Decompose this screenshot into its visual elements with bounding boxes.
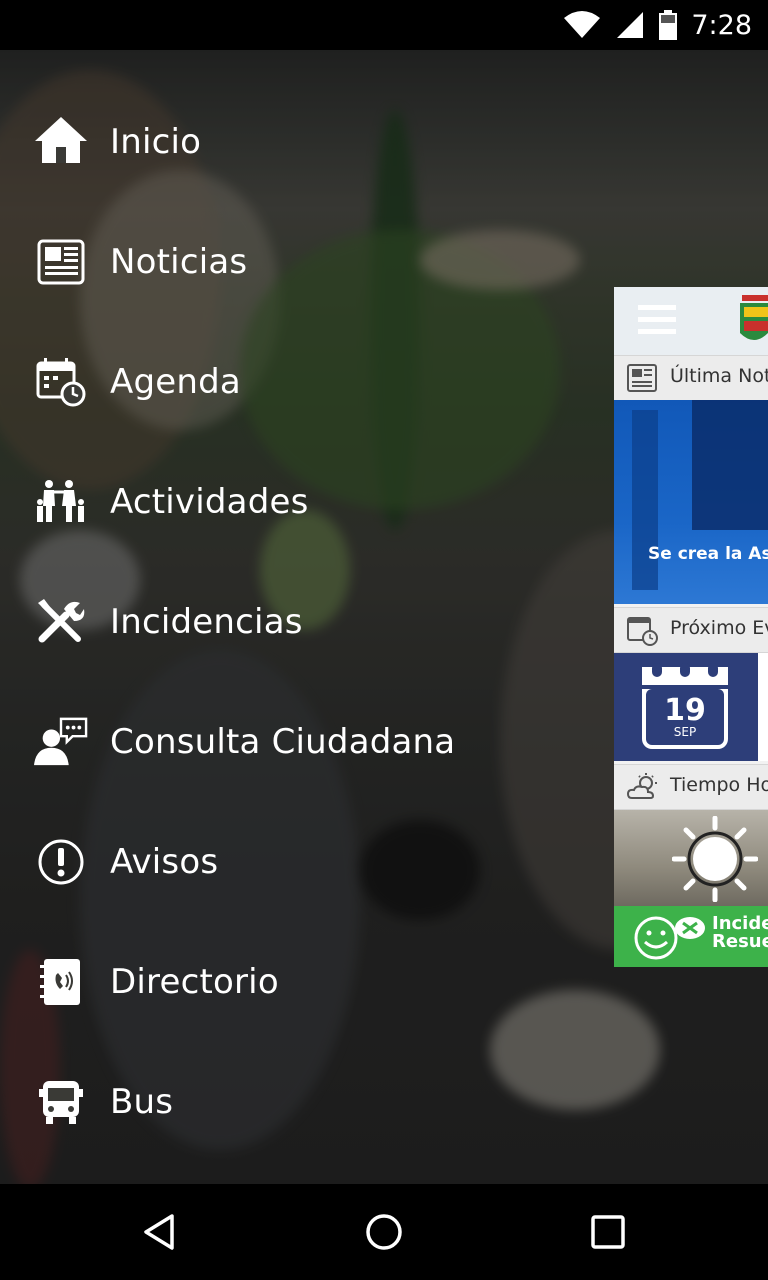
tools-icon [34, 595, 88, 649]
home-icon [34, 115, 88, 169]
app-preview-card[interactable]: Última Not Se crea la Aso Próximo Ev 19 … [614, 287, 768, 967]
incidents-banner[interactable]: Incide Resue [614, 906, 768, 967]
event-item[interactable]: 19 SEP [614, 653, 768, 761]
menu-item-noticias[interactable]: Noticias [0, 202, 600, 322]
calendar-clock-icon [627, 617, 658, 646]
event-date-badge: 19 SEP [642, 663, 728, 749]
menu-label-inicio: Inicio [110, 122, 202, 162]
back-button[interactable] [100, 1184, 220, 1280]
weather-header: Tiempo Ho [614, 764, 768, 810]
status-time: 7:28 [691, 9, 752, 41]
event-day: 19 [664, 693, 706, 728]
partly-cloudy-icon [626, 773, 657, 799]
menu-item-directorio[interactable]: Directorio [0, 922, 600, 1042]
family-icon [34, 475, 88, 529]
menu-label-actividades: Actividades [110, 482, 309, 522]
news-item-image[interactable]: Se crea la Aso [614, 400, 768, 604]
menu-label-incidencias: Incidencias [110, 602, 303, 642]
recents-button[interactable] [548, 1184, 668, 1280]
signal-icon [617, 12, 644, 38]
newspaper-icon [34, 235, 88, 289]
menu-label-bus: Bus [110, 1082, 174, 1122]
menu-label-noticias: Noticias [110, 242, 248, 282]
town-crest-icon [740, 295, 768, 340]
menu-item-agenda[interactable]: Agenda [0, 322, 600, 442]
calendar-clock-icon [34, 355, 88, 409]
menu-label-consulta-ciudadana: Consulta Ciudadana [110, 722, 456, 762]
menu-item-actividades[interactable]: Actividades [0, 442, 600, 562]
phone-directory-icon [34, 955, 88, 1009]
newspaper-icon [627, 364, 657, 392]
menu-item-bus[interactable]: Bus [0, 1042, 600, 1162]
menu-item-incidencias[interactable]: Incidencias [0, 562, 600, 682]
next-event-header: Próximo Ev [614, 607, 768, 653]
bus-icon [34, 1075, 88, 1129]
alert-icon [34, 835, 88, 889]
event-month: SEP [673, 725, 697, 739]
system-nav-bar [0, 1184, 768, 1280]
menu-label-directorio: Directorio [110, 962, 279, 1002]
smiley-tools-icon [634, 916, 705, 960]
incidents-text-line2: Resue [712, 931, 768, 952]
weather-title: Tiempo Ho [670, 774, 768, 796]
news-caption: Se crea la Aso [648, 544, 768, 564]
sun-icon [672, 816, 758, 902]
citizen-chat-icon [34, 715, 88, 769]
battery-icon [659, 10, 678, 40]
app-toolbar [614, 287, 768, 357]
hamburger-menu-icon[interactable] [638, 303, 676, 337]
wifi-icon [564, 11, 601, 38]
latest-news-header: Última Not [614, 355, 768, 401]
home-button[interactable] [324, 1184, 444, 1280]
menu-label-agenda: Agenda [110, 362, 241, 402]
recents-icon [591, 1215, 625, 1249]
latest-news-title: Última Not [670, 365, 768, 387]
next-event-title: Próximo Ev [670, 617, 768, 639]
menu-item-consulta-ciudadana[interactable]: Consulta Ciudadana [0, 682, 600, 802]
weather-item[interactable] [614, 810, 768, 906]
back-icon [144, 1214, 174, 1250]
menu-item-avisos[interactable]: Avisos [0, 802, 600, 922]
status-bar: 7:28 [0, 0, 768, 50]
menu-item-inicio[interactable]: Inicio [0, 82, 600, 202]
home-circle-icon [366, 1214, 402, 1250]
menu-label-avisos: Avisos [110, 842, 219, 882]
